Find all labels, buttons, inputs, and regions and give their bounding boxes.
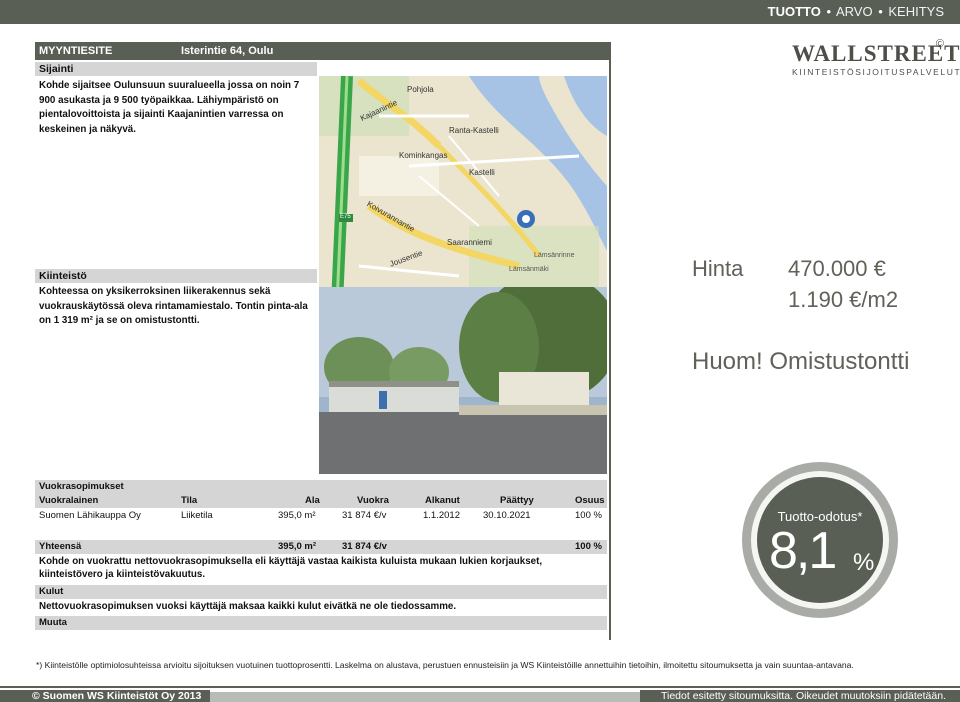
other-heading-row: Muuta [35, 616, 607, 630]
leases-heading-row: Vuokrasopimukset [35, 480, 607, 494]
tagline-item-kehitys: KEHITYS [888, 4, 944, 19]
costs-heading-row: Kulut [35, 585, 607, 599]
section-heading-property: Kiinteistö [35, 269, 317, 283]
costs-text: Nettovuokrasopimuksen vuoksi käyttäjä ma… [39, 601, 457, 612]
map-label: E75 [340, 214, 351, 220]
map-label: Lämsänrinne [534, 252, 575, 259]
location-map: Pohjola Kajaanintie Ranta-Kastelli Koivu… [319, 76, 607, 304]
map-graphic [319, 76, 607, 304]
wallstreet-logo: WALLSTREET KIINTEISTÖSIJOITUSPALVELUT © [792, 38, 960, 82]
table-cell: Liiketila [181, 510, 213, 521]
logo-copyright-mark: © [935, 38, 944, 50]
total-share: 100 % [575, 541, 602, 552]
logo-subtitle: KIINTEISTÖSIJOITUSPALVELUT [792, 67, 960, 77]
column-header: Vuokra [357, 495, 389, 506]
sheet-header: MYYNTIESITE Isterintie 64, Oulu [35, 42, 609, 60]
price-per-m2: 1.190 €/m2 [788, 287, 899, 312]
tagline: TUOTTO • ARVO • KEHITYS [768, 4, 944, 19]
total-area: 395,0 m² [278, 541, 317, 552]
sheet-header-address: Isterintie 64, Oulu [181, 45, 274, 57]
table-cell: 100 % [575, 510, 602, 521]
yield-badge: Tuotto-odotus* 8,1 % [742, 462, 898, 618]
map-label: Lämsänmäki [509, 266, 549, 273]
section-heading-other: Muuta [39, 617, 67, 628]
footer-copyright: © Suomen WS Kiinteistöt Oy 2013 [0, 690, 210, 702]
tagline-separator: • [826, 4, 832, 19]
logo-wordmark: WALLSTREET [792, 41, 960, 66]
property-text: Kohteessa on yksikerroksinen liikerakenn… [39, 286, 308, 326]
yield-unit: % [853, 549, 875, 576]
property-photo [319, 287, 607, 474]
column-header: Ala [305, 495, 320, 506]
map-label: Pohjola [407, 85, 434, 94]
section-heading-location: Sijainti [35, 62, 317, 76]
map-label: Kastelli [469, 168, 495, 177]
sheet-header-title: MYYNTIESITE [39, 45, 113, 57]
location-text: Kohde sijaitsee Oulunsuun suuralueella j… [39, 80, 300, 135]
lease-note: Kohde on vuokrattu nettovuokrasopimuksel… [39, 556, 543, 580]
table-cell: Suomen Lähikauppa Oy [39, 510, 141, 521]
tagline-separator: • [878, 4, 883, 19]
section-heading-leases: Vuokrasopimukset [39, 481, 124, 492]
column-header: Osuus [575, 495, 605, 506]
table-total-row: Yhteensä 395,0 m² 31 874 €/v 100 % [35, 540, 607, 554]
footnote: *) Kiinteistölle optimiolosuhteissa arvi… [36, 660, 854, 670]
price-value: 470.000 € [788, 256, 886, 281]
table-cell: 1.1.2012 [423, 510, 460, 521]
top-bar: TUOTTO • ARVO • KEHITYS [0, 0, 960, 24]
yield-value: 8,1 [769, 522, 837, 580]
table-cell: 395,0 m² [278, 510, 316, 521]
footer: © Suomen WS Kiinteistöt Oy 2013 Tiedot e… [0, 678, 960, 702]
footer-divider [210, 692, 640, 702]
column-header: Päättyy [500, 495, 534, 506]
map-label: Kominkangas [399, 151, 448, 160]
ownership-note: Huom! Omistustontti [692, 348, 910, 375]
column-header: Vuokralainen [39, 495, 99, 506]
column-header: Tila [181, 495, 198, 506]
table-cell: 31 874 €/v [342, 510, 387, 521]
table-cell: 30.10.2021 [483, 510, 531, 521]
table-header-row: Vuokralainen Tila Ala Vuokra Alkanut Pää… [35, 494, 607, 508]
footer-rule [0, 686, 960, 688]
total-label: Yhteensä [39, 541, 82, 552]
footer-disclaimer: Tiedot esitetty sitoumuksitta. Oikeudet … [640, 690, 960, 702]
map-label: Ranta-Kastelli [449, 126, 499, 135]
map-label: Saaranniemi [447, 238, 492, 247]
column-header: Alkanut [425, 495, 460, 506]
tagline-item-arvo: ARVO [835, 4, 873, 19]
table-row: Suomen Lähikauppa Oy Liiketila 395,0 m² … [35, 509, 607, 523]
total-rent: 31 874 €/v [342, 541, 387, 552]
price-label: Hinta [692, 256, 744, 281]
sales-sheet: MYYNTIESITE Isterintie 64, Oulu Sijainti… [35, 42, 611, 640]
tagline-item-tuotto: TUOTTO [767, 4, 821, 19]
section-heading-costs: Kulut [39, 586, 64, 597]
